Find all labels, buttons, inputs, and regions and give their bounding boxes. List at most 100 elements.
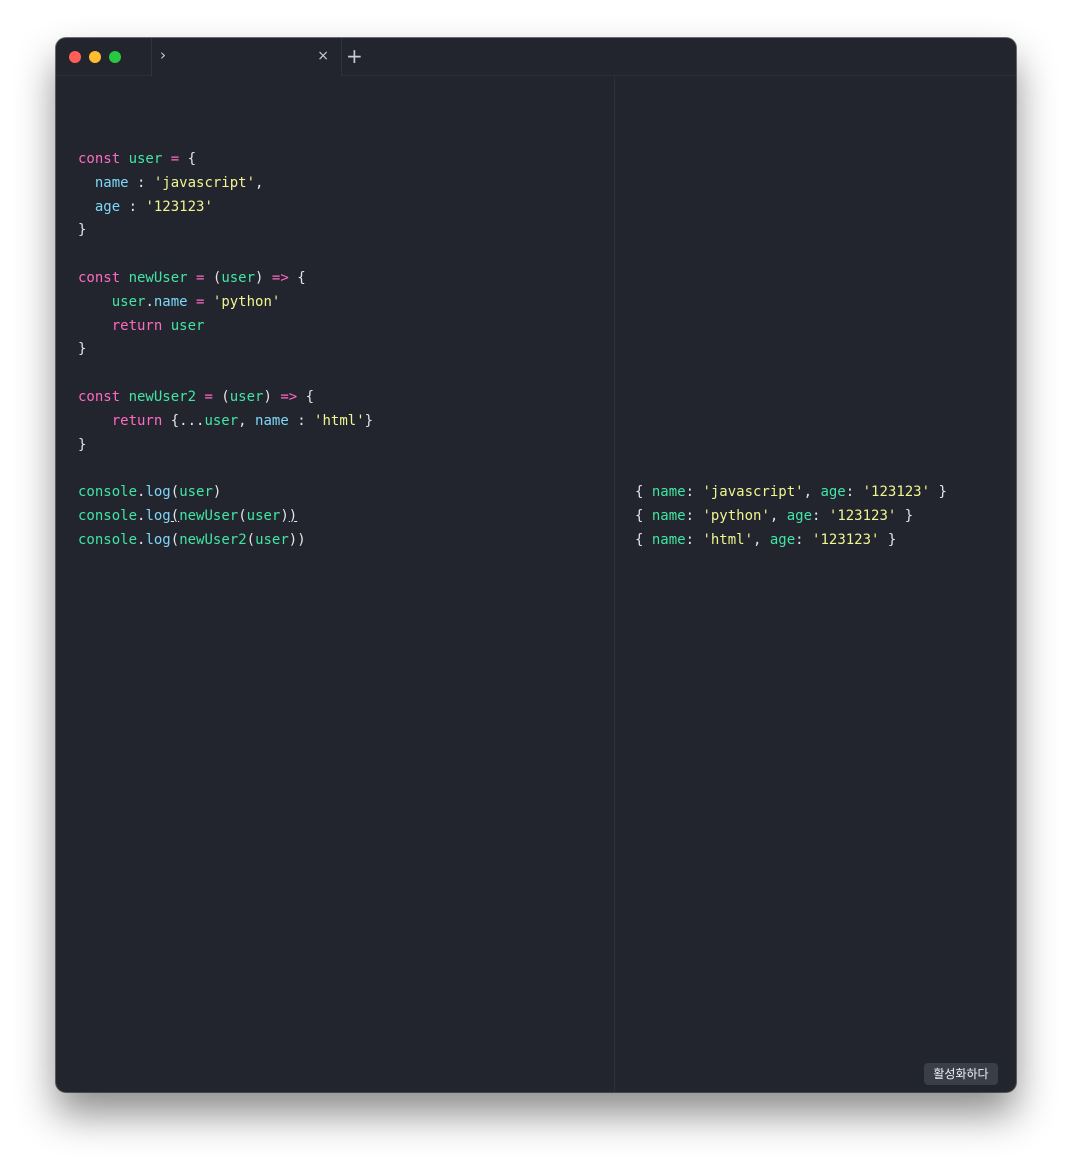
close-window-button[interactable] <box>69 51 81 63</box>
code-line: console.log(user) <box>78 481 373 505</box>
code-token: : <box>137 174 154 191</box>
plus-icon[interactable]: + <box>346 44 363 68</box>
code-token: console <box>78 484 138 501</box>
code-line: return {...user, name : 'html'} <box>78 410 373 434</box>
code-token: { <box>635 531 652 548</box>
code-token: } <box>78 341 87 358</box>
code-line: const newUser2 = (user) => { <box>78 386 373 410</box>
code-token: user <box>221 269 256 286</box>
code-token: const <box>78 388 129 405</box>
code-token: name <box>153 293 197 310</box>
code-token: { <box>635 484 652 500</box>
code-line: const user = { <box>78 148 373 172</box>
code-token: ) <box>288 507 298 524</box>
output-line: { name: 'javascript', age: '123123' } <box>635 481 947 505</box>
chevron-right-icon: › <box>160 46 166 64</box>
code-token: const <box>78 269 129 286</box>
code-token: newUser2 <box>179 531 247 548</box>
code-token: 'javascript' <box>702 484 804 500</box>
title-bar: › × + <box>56 38 1016 76</box>
code-token: console <box>78 507 138 524</box>
code-token: : <box>812 507 829 524</box>
code-token: ( <box>170 531 180 548</box>
code-line: return user <box>78 315 373 339</box>
code-token: user <box>170 317 205 334</box>
code-line: console.log(newUser2(user)) <box>78 529 373 553</box>
code-token: = <box>204 388 222 405</box>
code-token: user <box>246 507 281 524</box>
code-line: user.name = 'python' <box>78 291 373 315</box>
code-token: user <box>111 293 146 310</box>
code-token: { <box>305 388 315 405</box>
code-line: age : '123123' <box>78 196 373 220</box>
app-window: › × + const user = { name : 'javascript'… <box>56 38 1016 1092</box>
code-token: name <box>651 531 686 548</box>
code-block[interactable]: const user = { name : 'javascript', age … <box>78 148 373 553</box>
code-token: } <box>78 222 87 239</box>
code-token: => <box>271 269 298 286</box>
code-token: user <box>204 412 239 429</box>
code-token: newUser <box>179 507 239 524</box>
code-token: ) <box>263 388 281 405</box>
code-token: : <box>297 412 315 429</box>
code-token: name <box>651 507 686 524</box>
code-token: 'javascript' <box>153 174 256 191</box>
code-token: } <box>879 531 897 548</box>
activate-button[interactable]: 활성화하다 <box>924 1063 998 1085</box>
code-token: : <box>128 198 146 215</box>
code-token: , <box>753 531 770 548</box>
code-token: ) <box>255 269 272 286</box>
code-token: user <box>229 388 264 405</box>
code-token: , <box>803 484 821 500</box>
code-token: age <box>786 507 813 524</box>
code-token: log <box>145 484 171 501</box>
code-token: ( <box>238 507 247 524</box>
tab-active[interactable]: › × <box>151 38 342 76</box>
code-token: } <box>930 484 947 500</box>
code-token: { <box>187 151 197 167</box>
code-token: name <box>255 412 298 429</box>
code-line: } <box>78 219 373 243</box>
code-token: log <box>145 531 171 548</box>
code-token: 'html' <box>314 412 365 429</box>
code-token: name <box>94 174 138 191</box>
code-token: newUser2 <box>128 388 205 405</box>
code-token: 'python' <box>702 507 770 524</box>
code-token: age <box>769 531 796 548</box>
code-token: {... <box>170 412 205 429</box>
code-token: )) <box>288 531 306 548</box>
code-token: 'python' <box>212 293 281 310</box>
code-token: : <box>685 531 703 548</box>
code-token: name <box>651 484 686 500</box>
code-token: , <box>238 412 256 429</box>
code-token: = <box>196 269 213 286</box>
code-editor-pane[interactable]: const user = { name : 'javascript', age … <box>56 76 615 1092</box>
code-token: } <box>78 436 87 453</box>
code-token: 'html' <box>702 531 754 548</box>
code-token: . <box>145 293 154 310</box>
code-token: log <box>145 507 171 524</box>
code-token: ( <box>170 507 180 524</box>
close-icon[interactable]: × <box>317 48 329 64</box>
minimize-window-button[interactable] <box>89 51 101 63</box>
code-token: user <box>179 484 213 501</box>
code-token: , <box>255 174 264 191</box>
code-token: : <box>845 484 863 500</box>
window-controls <box>69 51 121 63</box>
code-token: age <box>820 484 846 500</box>
code-token: const <box>78 151 129 167</box>
output-line: { name: 'python', age: '123123' } <box>635 505 947 529</box>
code-token: age <box>94 198 129 215</box>
code-token: => <box>280 388 306 405</box>
maximize-window-button[interactable] <box>109 51 121 63</box>
code-line: const newUser = (user) => { <box>78 267 373 291</box>
code-token: : <box>685 507 703 524</box>
code-token: : <box>685 484 703 500</box>
code-token: ) <box>280 507 289 524</box>
